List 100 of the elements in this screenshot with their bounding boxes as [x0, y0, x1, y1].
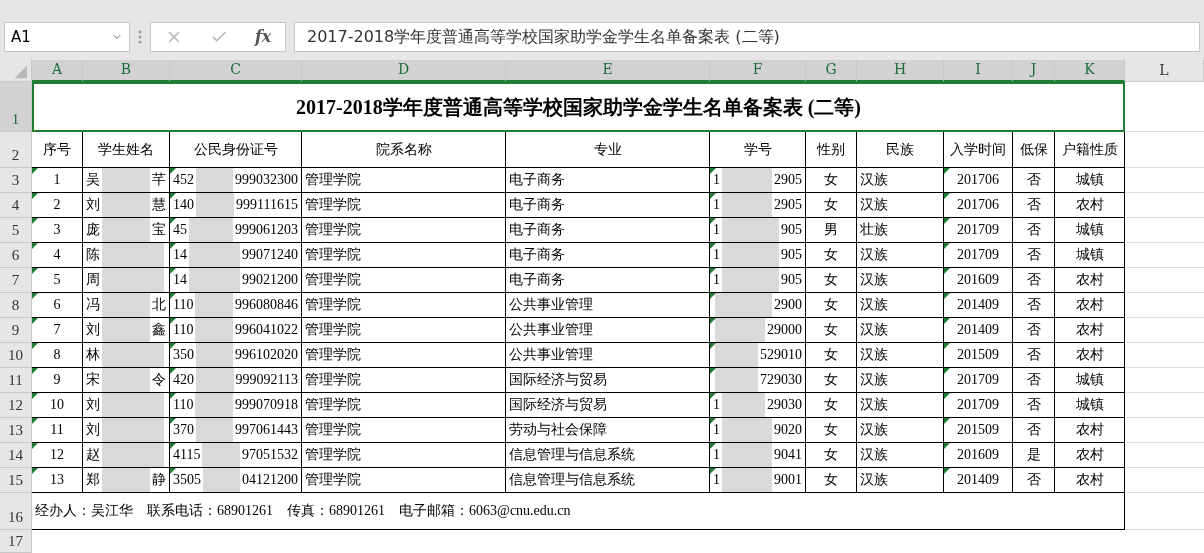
blur-mark	[203, 467, 240, 492]
error-indicator-icon	[170, 192, 176, 199]
table-cell: 汉族	[857, 242, 944, 268]
table-cell: 城镇	[1055, 367, 1125, 393]
column-header[interactable]: L	[1125, 59, 1204, 82]
row-header[interactable]: 13	[0, 417, 32, 443]
blur-mark	[195, 292, 233, 317]
blur-mark	[102, 292, 150, 317]
row-header[interactable]: 1	[0, 81, 32, 132]
table-cell-text: 静	[152, 471, 166, 489]
table-cell-text: 04121200	[242, 471, 298, 489]
table-cell: 农村	[1055, 467, 1125, 493]
error-indicator-icon	[944, 217, 950, 224]
error-indicator-icon	[944, 442, 950, 449]
blur-mark	[189, 217, 233, 242]
table-cell: 农村	[1055, 317, 1125, 343]
row-header[interactable]: 17	[0, 529, 32, 553]
table-cell: 农村	[1055, 267, 1125, 293]
table-cell: 否	[1013, 467, 1055, 493]
table-title[interactable]: 2017-2018学年度普通高等学校国家助学金学生名单备案表 (二等)	[32, 81, 1125, 132]
error-indicator-icon	[170, 242, 176, 249]
row-header[interactable]: 8	[0, 292, 32, 318]
error-indicator-icon	[944, 292, 950, 299]
row-header[interactable]: 2	[0, 131, 32, 168]
blur-mark	[102, 167, 150, 192]
row-header[interactable]: 7	[0, 267, 32, 293]
table-cell-text: 45	[173, 221, 187, 239]
table-cell: 农村	[1055, 417, 1125, 443]
blur-mark	[196, 342, 233, 367]
column-header[interactable]: B	[83, 59, 170, 82]
row-header[interactable]: 6	[0, 242, 32, 268]
table-cell-text: 997061443	[235, 421, 298, 439]
name-box[interactable]: A1	[4, 21, 130, 52]
blur-mark	[102, 217, 150, 242]
error-indicator-icon	[170, 392, 176, 399]
blur-mark	[196, 167, 233, 192]
table-cell-text: 吴	[86, 171, 100, 189]
row-header[interactable]: 14	[0, 442, 32, 468]
error-indicator-icon	[710, 392, 716, 399]
insert-function-button[interactable]: fx	[254, 24, 272, 49]
table-cell-text: 1	[713, 246, 720, 264]
table-cell: 城镇	[1055, 242, 1125, 268]
table-cell-text: 1	[713, 446, 720, 464]
row-header[interactable]: 16	[0, 492, 32, 530]
blur-mark	[722, 217, 779, 242]
column-header[interactable]: H	[857, 59, 944, 82]
blur-mark	[102, 467, 150, 492]
table-cell: 201509	[944, 417, 1013, 443]
row-header[interactable]: 5	[0, 217, 32, 243]
table-cell-text: 令	[152, 371, 166, 389]
column-header[interactable]: K	[1055, 59, 1125, 82]
table-cell: 11	[32, 417, 83, 443]
table-cell: 12	[32, 442, 83, 468]
table-cell: 否	[1013, 317, 1055, 343]
table-cell: 汉族	[857, 267, 944, 293]
table-cell: 201706	[944, 167, 1013, 193]
error-indicator-icon	[944, 267, 950, 274]
error-indicator-icon	[944, 367, 950, 374]
row-header[interactable]: 11	[0, 367, 32, 393]
column-heading: 序号	[32, 131, 83, 168]
column-header[interactable]: A	[32, 59, 83, 82]
table-cell-text: 996041022	[235, 321, 298, 339]
row-header[interactable]: 3	[0, 167, 32, 193]
row-header[interactable]: 9	[0, 317, 32, 343]
row-header[interactable]: 15	[0, 467, 32, 493]
table-cell: 国际经济与贸易	[506, 367, 710, 393]
column-header[interactable]: I	[944, 59, 1013, 82]
table-cell: 管理学院	[302, 267, 506, 293]
table-cell: 5	[32, 267, 83, 293]
table-cell-text: 14	[173, 246, 187, 264]
table-cell: 3	[32, 217, 83, 243]
row-header[interactable]: 4	[0, 192, 32, 218]
table-cell: 管理学院	[302, 217, 506, 243]
blur-mark	[196, 367, 234, 392]
column-header[interactable]: E	[506, 59, 710, 82]
table-cell: 201709	[944, 242, 1013, 268]
error-indicator-icon	[170, 267, 176, 274]
error-indicator-icon	[944, 192, 950, 199]
blur-mark	[102, 442, 164, 467]
table-cell-text: 1	[713, 271, 720, 289]
formula-field[interactable]: 2017-2018学年度普通高等学校国家助学金学生名单备案表 (二等)	[294, 21, 1200, 52]
column-header[interactable]: J	[1013, 59, 1055, 82]
table-cell-text: 905	[781, 271, 802, 289]
column-header[interactable]: G	[806, 59, 857, 82]
blur-mark	[102, 192, 150, 217]
error-indicator-icon	[944, 417, 950, 424]
column-header[interactable]: F	[710, 59, 806, 82]
table-cell: 公共事业管理	[506, 292, 710, 318]
row-header[interactable]: 10	[0, 342, 32, 368]
table-cell: 公共事业管理	[506, 342, 710, 368]
column-header[interactable]: C	[170, 59, 302, 82]
table-cell-text: 陈	[86, 246, 100, 264]
error-indicator-icon	[944, 342, 950, 349]
table-cell: 1	[32, 167, 83, 193]
table-cell-text: 452	[173, 171, 194, 189]
column-heading: 学号	[710, 131, 806, 168]
row-header[interactable]: 12	[0, 392, 32, 418]
column-header[interactable]: D	[302, 59, 506, 82]
blur-mark	[195, 317, 233, 342]
table-cell: 管理学院	[302, 342, 506, 368]
